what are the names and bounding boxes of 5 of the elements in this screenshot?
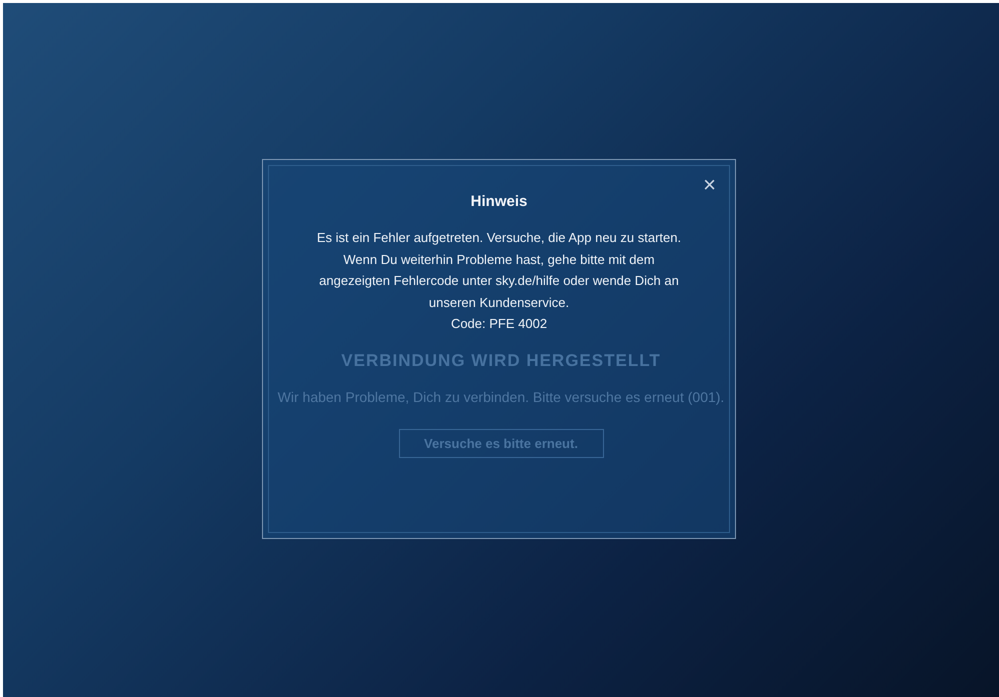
connection-message: Wir haben Probleme, Dich zu verbinden. Bitte versuche es erneut (001). xyxy=(278,389,724,405)
error-message: Es ist ein Fehler aufgetreten. Versuche, die App neu zu starten. Wenn Du weiterhin Probleme hast, gehe bitte mit dem angezeigten Fehlercode unter sky.de/hilfe oder wende Dich an unseren Kundenservice. xyxy=(316,229,682,312)
close-button[interactable]: × xyxy=(700,174,719,196)
error-code: Code: PFE 4002 xyxy=(450,315,548,333)
dialog-title: Hinweis xyxy=(470,193,528,210)
